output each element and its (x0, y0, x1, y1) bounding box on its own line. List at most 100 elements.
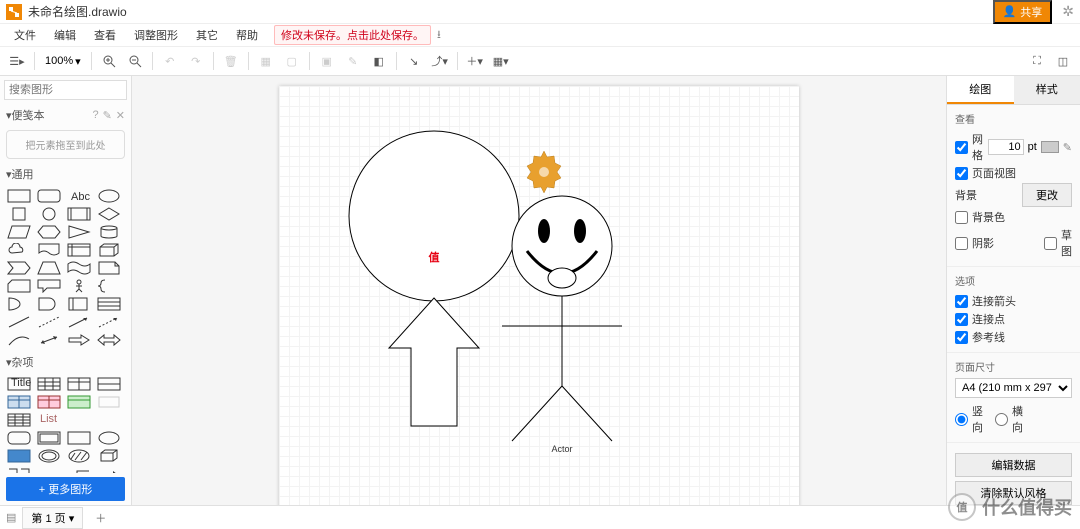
shape-internal-storage[interactable] (64, 241, 94, 259)
up-arrow-shape[interactable] (389, 298, 479, 426)
shape-callout[interactable] (34, 277, 64, 295)
shape-arrow-thick[interactable] (64, 331, 94, 349)
shape-hexagon[interactable] (34, 223, 64, 241)
shadow-checkbox[interactable] (955, 237, 968, 250)
guides-checkbox[interactable] (955, 331, 968, 344)
gear-shape[interactable] (527, 151, 561, 193)
menu-help[interactable]: 帮助 (228, 25, 266, 45)
menu-view[interactable]: 查看 (86, 25, 124, 45)
undo-icon[interactable]: ↶ (159, 50, 181, 72)
menu-arrange[interactable]: 调整图形 (126, 25, 186, 45)
misc-table-1[interactable] (34, 375, 64, 393)
scratchpad-header[interactable]: ▾ 便笺本 ? ✎ ✕ (0, 104, 131, 126)
shape-circle[interactable] (34, 205, 64, 223)
settings-star-icon[interactable]: ✲ (1062, 3, 1074, 20)
page-view-checkbox[interactable] (955, 167, 968, 180)
connect-arrow-checkbox[interactable] (955, 295, 968, 308)
misc-table-2[interactable] (64, 375, 94, 393)
zoom-select[interactable]: 100% ▾ (41, 55, 85, 68)
delete-icon[interactable]: 🗑 (220, 50, 242, 72)
shape-trapezoid[interactable] (34, 259, 64, 277)
misc-grid-1[interactable] (4, 411, 34, 429)
tab-diagram[interactable]: 绘图 (947, 76, 1014, 104)
shape-document[interactable] (34, 241, 64, 259)
shape-list[interactable] (94, 295, 124, 313)
shape-note[interactable] (94, 259, 124, 277)
redo-icon[interactable]: ↷ (185, 50, 207, 72)
fill-color-icon[interactable]: ▣ (316, 50, 338, 72)
actor-leg-left[interactable] (512, 386, 562, 441)
file-title[interactable]: 未命名绘图.drawio (28, 3, 127, 20)
misc-table-red[interactable] (34, 393, 64, 411)
waypoint-style-icon[interactable]: ⤴︎▾ (429, 50, 451, 72)
misc-double-ellipse[interactable] (34, 447, 64, 465)
grid-color-swatch[interactable] (1041, 141, 1059, 153)
shadow-toggle-icon[interactable]: ◧ (368, 50, 390, 72)
menu-file[interactable]: 文件 (6, 25, 44, 45)
fullscreen-icon[interactable]: ⛶ (1026, 50, 1048, 72)
shape-line-dashed[interactable] (34, 313, 64, 331)
unsaved-warning[interactable]: 修改未保存。点击此处保存。 (274, 25, 431, 45)
table-icon[interactable]: ▦▾ (490, 50, 512, 72)
search-input[interactable] (4, 80, 127, 100)
misc-table-green[interactable] (64, 393, 94, 411)
tab-style[interactable]: 样式 (1014, 76, 1080, 104)
canvas-area[interactable]: 值 Actor (132, 76, 946, 505)
shape-triangle[interactable] (64, 223, 94, 241)
misc-partial-rect[interactable] (4, 465, 34, 473)
line-color-icon[interactable]: ✎ (342, 50, 364, 72)
shape-cube[interactable] (94, 241, 124, 259)
shape-actor[interactable] (64, 277, 94, 295)
shape-tape[interactable] (64, 259, 94, 277)
more-shapes-button[interactable]: + 更多图形 (6, 477, 125, 501)
misc-manual-line[interactable] (64, 465, 94, 473)
menu-edit[interactable]: 编辑 (46, 25, 84, 45)
grid-checkbox[interactable] (955, 141, 968, 154)
misc-table-blank[interactable] (94, 393, 124, 411)
zoom-in-icon[interactable] (98, 50, 120, 72)
shape-arrow-thick-bi[interactable] (94, 331, 124, 349)
shape-step[interactable] (4, 259, 34, 277)
shape-arrow-dashed[interactable] (94, 313, 124, 331)
misc-empty-1[interactable] (64, 411, 94, 429)
zoom-out-icon[interactable] (124, 50, 146, 72)
shape-process[interactable] (64, 205, 94, 223)
sketch-checkbox[interactable] (1044, 237, 1057, 250)
to-back-icon[interactable]: ▢ (281, 50, 303, 72)
shape-rectangle[interactable] (4, 187, 34, 205)
misc-empty-2[interactable] (94, 411, 124, 429)
format-panel-toggle-icon[interactable]: ◫ (1052, 50, 1074, 72)
shape-square[interactable] (4, 205, 34, 223)
misc-table-3[interactable] (94, 375, 124, 393)
share-button[interactable]: 👤 共享 (993, 0, 1053, 24)
actor-leg-right[interactable] (562, 386, 612, 441)
edit-icon[interactable]: ✎ (103, 109, 112, 122)
shape-diamond[interactable] (94, 205, 124, 223)
add-page-button[interactable]: ＋ (89, 508, 112, 528)
misc-list-label[interactable]: List (34, 411, 64, 429)
misc-cube-wire[interactable] (94, 447, 124, 465)
shape-bidir-arrow[interactable] (34, 331, 64, 349)
change-bg-button[interactable]: 更改 (1022, 183, 1072, 207)
shape-rounded-rect[interactable] (34, 187, 64, 205)
shape-line-curve[interactable] (4, 331, 34, 349)
page-tab-1[interactable]: 第 1 页 ▾ (22, 507, 83, 529)
shape-cylinder[interactable] (94, 223, 124, 241)
shape-store[interactable] (64, 295, 94, 313)
general-header[interactable]: ▾ 通用 (0, 163, 131, 185)
bgcolor-checkbox[interactable] (955, 211, 968, 224)
big-circle-shape[interactable] (349, 131, 519, 301)
misc-rect-plain[interactable] (64, 429, 94, 447)
misc-header[interactable]: ▾ 杂项 (0, 351, 131, 373)
edit-icon[interactable]: ✎ (1063, 141, 1072, 154)
misc-hatch[interactable] (64, 447, 94, 465)
connection-toggle-icon[interactable]: ↘︎ (403, 50, 425, 72)
misc-arrow-line[interactable] (94, 465, 124, 473)
page-size-select[interactable]: A4 (210 mm x 297 mm) (955, 378, 1072, 398)
portrait-radio[interactable] (955, 413, 968, 426)
shape-curly[interactable] (94, 277, 124, 295)
misc-ellipse[interactable] (94, 429, 124, 447)
shape-and[interactable] (34, 295, 64, 313)
download-icon[interactable]: ⭳ (437, 26, 441, 45)
connect-pt-checkbox[interactable] (955, 313, 968, 326)
